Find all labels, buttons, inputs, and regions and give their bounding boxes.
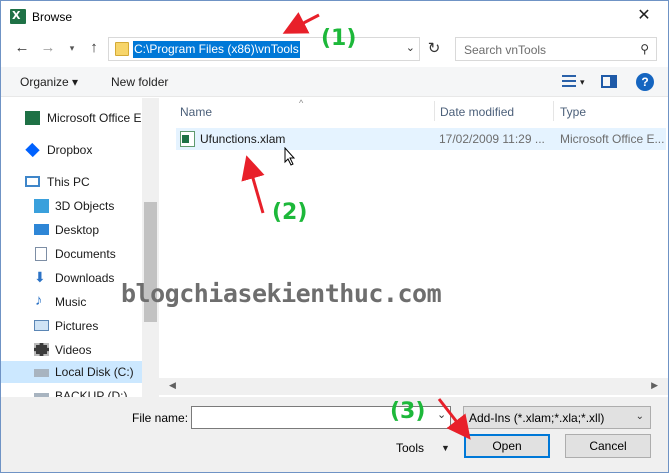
forward-arrow-icon[interactable]: → [39, 37, 57, 59]
step-3-label: (3) [390, 399, 426, 424]
scroll-right-arrow-icon[interactable]: ▶ [651, 380, 658, 391]
column-header-type[interactable]: Type [560, 105, 586, 119]
search-input[interactable]: Search vnTools ⚲ [455, 37, 657, 61]
file-type-filter-select[interactable]: Add-Ins (*.xlam;*.xla;*.xll) ⌄ [463, 406, 651, 429]
up-arrow-icon[interactable]: ↑ [85, 37, 103, 59]
file-name-chevron-down-icon[interactable]: ⌄ [437, 408, 446, 421]
sidebar-item-label: Downloads [55, 271, 115, 285]
watermark: blogchiasekienthuc.com [121, 279, 442, 308]
window-title: Browse [32, 10, 73, 24]
sidebar-item-label: Dropbox [47, 143, 93, 157]
pictures-icon [34, 320, 49, 331]
sidebar-item-label: Local Disk (C:) [55, 365, 134, 379]
sidebar-item-label: Documents [55, 247, 116, 261]
tools-button[interactable]: Tools [396, 441, 424, 455]
sidebar-item-label: 3D Objects [55, 199, 115, 213]
file-date-modified: 17/02/2009 11:29 ... [439, 132, 545, 146]
dropbox-icon [25, 142, 40, 158]
sidebar-item-videos[interactable]: Videos [1, 339, 141, 361]
address-bar[interactable]: C:\Program Files (x86)\vnTools ⌄ [108, 37, 420, 61]
chevron-down-icon[interactable]: ⌄ [406, 41, 415, 54]
sidebar-item-documents[interactable]: Documents [1, 243, 141, 265]
sidebar-item-microsoft-office[interactable]: Microsoft Office E [1, 107, 141, 129]
open-button[interactable]: Open [464, 434, 550, 458]
refresh-icon[interactable]: ↻ [423, 38, 445, 60]
sidebar-item-label: Desktop [55, 223, 100, 237]
back-arrow-icon[interactable]: ← [13, 37, 31, 59]
column-divider[interactable] [434, 101, 435, 121]
sidebar-item-label: BACKUP (D:) [55, 389, 128, 397]
file-row-ufunctions[interactable]: Ufunctions.xlam 17/02/2009 11:29 ... Mic… [176, 128, 666, 150]
recent-locations-chevron-icon[interactable]: ▾ [65, 37, 79, 59]
chevron-down-icon: ⌄ [635, 411, 644, 422]
search-icon: ⚲ [640, 42, 649, 56]
column-divider[interactable] [553, 101, 554, 121]
sidebar-item-local-disk[interactable]: Local Disk (C:) [1, 361, 142, 383]
browse-dialog: Browse ✕ ← → ▾ ↑ C:\Program Files (x86)\… [0, 0, 669, 473]
file-name-label: File name: [132, 411, 189, 425]
sidebar-item-label: This PC [47, 175, 90, 189]
music-icon: ♪ [35, 292, 43, 309]
folder-icon [115, 42, 129, 56]
pc-icon [25, 176, 40, 187]
file-type: Microsoft Office E... [560, 132, 665, 146]
sidebar-item-desktop[interactable]: Desktop [1, 219, 141, 241]
column-header-date-modified[interactable]: Date modified [440, 105, 514, 119]
help-icon[interactable]: ? [636, 73, 654, 91]
excel-addin-file-icon [180, 131, 195, 147]
address-path[interactable]: C:\Program Files (x86)\vnTools [133, 41, 300, 58]
sidebar-item-downloads[interactable]: ⬇ Downloads [1, 267, 141, 289]
file-list-horizontal-scrollbar[interactable]: ◀ ▶ [159, 378, 668, 395]
new-folder-button[interactable]: New folder [111, 75, 168, 89]
download-icon: ⬇ [34, 269, 46, 285]
videos-icon [34, 343, 49, 356]
excel-icon [10, 9, 26, 24]
search-placeholder: Search vnTools [464, 43, 547, 57]
cancel-button[interactable]: Cancel [565, 434, 651, 458]
organize-button[interactable]: Organize ▾ [20, 75, 78, 89]
sidebar-item-3d-objects[interactable]: 3D Objects [1, 195, 141, 217]
sidebar-item-this-pc[interactable]: This PC [1, 171, 141, 193]
view-options-chevron-icon[interactable]: ▾ [580, 77, 585, 88]
sidebar-item-label: Videos [55, 343, 92, 357]
documents-icon [35, 247, 47, 261]
navigation-pane: Microsoft Office E Dropbox This PC 3D Ob… [1, 98, 159, 397]
column-header-name[interactable]: Name [180, 105, 212, 119]
desktop-icon [34, 224, 49, 235]
bottom-panel: File name: ⌄ Add-Ins (*.xlam;*.xla;*.xll… [1, 397, 668, 472]
cube-icon [34, 199, 49, 213]
step-2-label: (2) [272, 200, 308, 225]
sidebar-item-music[interactable]: ♪ Music [1, 291, 141, 313]
sidebar-item-pictures[interactable]: Pictures [1, 315, 141, 337]
mouse-cursor-icon [284, 147, 296, 166]
file-name[interactable]: Ufunctions.xlam [200, 132, 285, 146]
tools-chevron-down-icon[interactable]: ▼ [441, 443, 450, 453]
sidebar-item-dropbox[interactable]: Dropbox [1, 139, 141, 161]
step-1-label: (1) [321, 26, 357, 51]
column-header-row: Name Date modified Type [176, 99, 668, 124]
change-view-icon[interactable] [562, 75, 576, 87]
drive-icon [34, 369, 49, 377]
sidebar-item-label: Pictures [55, 319, 99, 333]
sidebar-item-backup[interactable]: BACKUP (D:) [1, 385, 141, 397]
sidebar-item-label: Microsoft Office E [47, 111, 141, 125]
sidebar-item-label: Music [55, 295, 87, 309]
filter-selected-value: Add-Ins (*.xlam;*.xla;*.xll) [469, 411, 605, 425]
command-bar: Organize ▾ New folder ▾ ? [1, 67, 668, 97]
arrow-to-file [241, 155, 265, 214]
close-button[interactable]: ✕ [626, 3, 662, 29]
excel-icon [25, 111, 40, 125]
preview-pane-icon[interactable] [601, 75, 617, 88]
sidebar-scrollbar[interactable] [142, 98, 159, 397]
scroll-left-arrow-icon[interactable]: ◀ [169, 380, 176, 391]
